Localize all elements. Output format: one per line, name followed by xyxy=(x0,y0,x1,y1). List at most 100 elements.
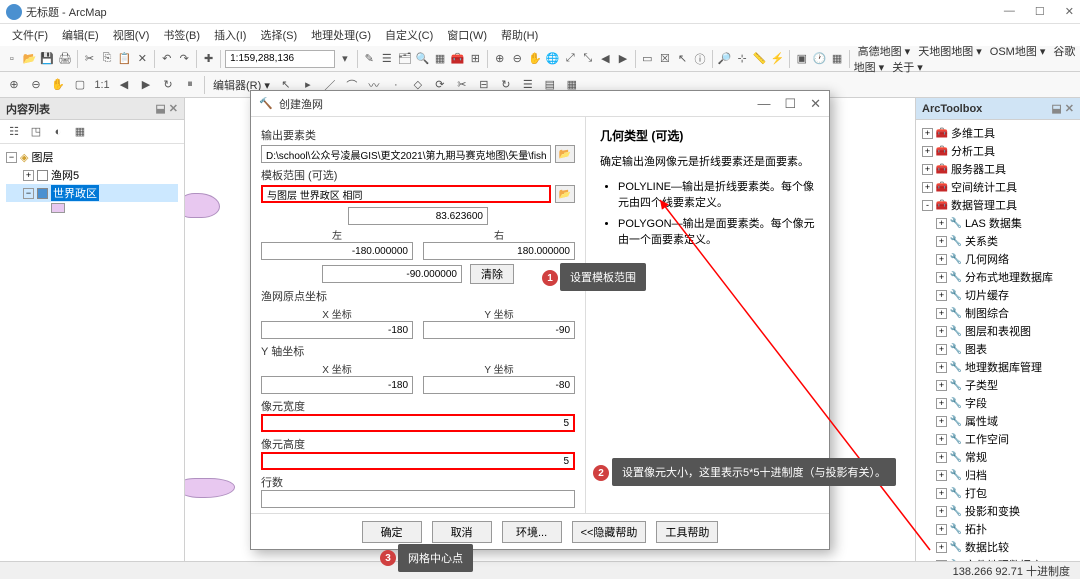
tree-layer-world[interactable]: − 世界政区 xyxy=(6,184,178,202)
toolbox-item[interactable]: +🔧子类型 xyxy=(918,376,1078,394)
select-elements-icon[interactable]: ↖ xyxy=(675,49,691,69)
expand-icon[interactable]: - xyxy=(922,200,933,211)
copy-icon[interactable]: ⎘ xyxy=(99,49,115,69)
expand-icon[interactable]: + xyxy=(936,254,947,265)
toolbox-item[interactable]: +🧰多维工具 xyxy=(918,124,1078,142)
browse-output-button[interactable]: 📂 xyxy=(555,145,575,163)
time-slider-icon[interactable]: 🕐 xyxy=(812,49,828,69)
expand-icon[interactable]: − xyxy=(6,152,17,163)
expand-icon[interactable]: + xyxy=(936,272,947,283)
browse-template-button[interactable]: 📂 xyxy=(555,185,575,203)
list-by-visibility-icon[interactable]: ◐ xyxy=(48,122,68,142)
clear-extent-button[interactable]: 清除 xyxy=(470,264,514,284)
dialog-close-button[interactable]: ✕ xyxy=(810,96,821,112)
zoom-in-icon[interactable]: ⊕ xyxy=(492,49,508,69)
layout-fwd-icon[interactable]: ▶ xyxy=(136,75,156,95)
html-popup-icon[interactable]: ▣ xyxy=(794,49,810,69)
expand-icon[interactable]: + xyxy=(936,452,947,463)
list-by-drawing-icon[interactable]: ☷ xyxy=(4,122,24,142)
undo-icon[interactable]: ↶ xyxy=(159,49,175,69)
origin-y-input[interactable] xyxy=(423,321,575,339)
refresh-icon[interactable]: ↻ xyxy=(158,75,178,95)
expand-icon[interactable]: + xyxy=(936,326,947,337)
pin-icon[interactable]: ⬓ ✕ xyxy=(155,102,178,115)
tree-layer-fishnet[interactable]: + 渔网5 xyxy=(6,166,178,184)
expand-icon[interactable]: + xyxy=(936,236,947,247)
template-extent-input[interactable] xyxy=(261,185,551,203)
layout-100-icon[interactable]: 1:1 xyxy=(92,75,112,95)
expand-icon[interactable]: + xyxy=(936,362,947,373)
extent-left-input[interactable] xyxy=(261,242,413,260)
expand-icon[interactable]: + xyxy=(936,218,947,229)
menu-item[interactable]: 地理处理(G) xyxy=(305,25,377,45)
menu-item[interactable]: 窗口(W) xyxy=(441,25,493,45)
select-features-icon[interactable]: ▭ xyxy=(640,49,656,69)
map-link[interactable]: 高德地图 ▾ xyxy=(854,46,915,58)
close-button[interactable]: ✕ xyxy=(1065,5,1074,18)
expand-icon[interactable]: + xyxy=(936,470,947,481)
list-by-source-icon[interactable]: ◳ xyxy=(26,122,46,142)
origin-x-input[interactable] xyxy=(261,321,413,339)
menu-item[interactable]: 文件(F) xyxy=(6,25,54,45)
hide-help-button[interactable]: <<隐藏帮助 xyxy=(572,521,647,543)
open-icon[interactable]: 📂 xyxy=(22,49,38,69)
toolbox-item[interactable]: +🔧关系类 xyxy=(918,232,1078,250)
tree-symbol[interactable] xyxy=(6,202,178,214)
add-data-icon[interactable]: ✚ xyxy=(201,49,217,69)
toolbox-icon[interactable]: 🧰 xyxy=(450,49,466,69)
toolbox-item[interactable]: +🔧属性域 xyxy=(918,412,1078,430)
tree-root[interactable]: − ◈ 图层 xyxy=(6,148,178,166)
expand-icon[interactable]: + xyxy=(936,542,947,553)
find-icon[interactable]: 🔎 xyxy=(717,49,733,69)
zoom-out-icon[interactable]: ⊖ xyxy=(509,49,525,69)
map-link[interactable]: OSM地图 ▾ xyxy=(986,46,1050,58)
yaxis-y-input[interactable] xyxy=(423,376,575,394)
paste-icon[interactable]: 📋 xyxy=(117,49,133,69)
layout-full-icon[interactable]: ▢ xyxy=(70,75,90,95)
toolbox-item[interactable]: +🔧常规 xyxy=(918,448,1078,466)
fixed-zoom-out-icon[interactable]: ⤡ xyxy=(580,49,596,69)
layer-checkbox[interactable] xyxy=(37,188,48,199)
cut-icon[interactable]: ✂ xyxy=(82,49,98,69)
extent-right-input[interactable] xyxy=(423,242,575,260)
output-path-input[interactable] xyxy=(261,145,551,163)
expand-icon[interactable]: + xyxy=(23,170,34,181)
layout-zoom-out-icon[interactable]: ⊖ xyxy=(26,75,46,95)
editor-toolbar-icon[interactable]: ✎ xyxy=(361,49,377,69)
toolbox-item[interactable]: +🔧字段 xyxy=(918,394,1078,412)
toolbox-item[interactable]: +🔧制图综合 xyxy=(918,304,1078,322)
expand-icon[interactable]: + xyxy=(936,488,947,499)
toolbox-item[interactable]: -🧰数据管理工具 xyxy=(918,196,1078,214)
expand-icon[interactable]: + xyxy=(922,182,933,193)
ok-button[interactable]: 确定 xyxy=(362,521,422,543)
menu-item[interactable]: 视图(V) xyxy=(107,25,156,45)
expand-icon[interactable]: + xyxy=(922,164,933,175)
pin-icon[interactable]: ⬓ ✕ xyxy=(1051,102,1074,115)
toolbox-item[interactable]: +🔧切片缓存 xyxy=(918,286,1078,304)
dialog-maximize-button[interactable]: ☐ xyxy=(784,96,796,112)
menu-item[interactable]: 帮助(H) xyxy=(495,25,544,45)
menu-item[interactable]: 插入(I) xyxy=(208,25,252,45)
model-icon[interactable]: ⊞ xyxy=(468,49,484,69)
expand-icon[interactable]: + xyxy=(922,128,933,139)
toolbox-item[interactable]: +🔧归档 xyxy=(918,466,1078,484)
environments-button[interactable]: 环境... xyxy=(502,521,562,543)
forward-icon[interactable]: ▶ xyxy=(615,49,631,69)
layer-checkbox[interactable] xyxy=(37,170,48,181)
toolbox-item[interactable]: +🔧拓扑 xyxy=(918,520,1078,538)
layout-zoom-in-icon[interactable]: ⊕ xyxy=(4,75,24,95)
back-icon[interactable]: ◀ xyxy=(598,49,614,69)
clear-selection-icon[interactable]: ☒ xyxy=(657,49,673,69)
cancel-button[interactable]: 取消 xyxy=(432,521,492,543)
tool-help-button[interactable]: 工具帮助 xyxy=(656,521,718,543)
expand-icon[interactable]: + xyxy=(922,146,933,157)
cellwidth-input[interactable] xyxy=(261,414,575,432)
python-icon[interactable]: ▦ xyxy=(432,49,448,69)
expand-icon[interactable]: + xyxy=(936,344,947,355)
toolbox-item[interactable]: +🧰服务器工具 xyxy=(918,160,1078,178)
list-by-selection-icon[interactable]: ▦ xyxy=(70,122,90,142)
extent-top-input[interactable] xyxy=(348,207,488,225)
search-icon[interactable]: 🔍 xyxy=(415,49,431,69)
expand-icon[interactable]: − xyxy=(23,188,34,199)
cellheight-input[interactable] xyxy=(261,452,575,470)
